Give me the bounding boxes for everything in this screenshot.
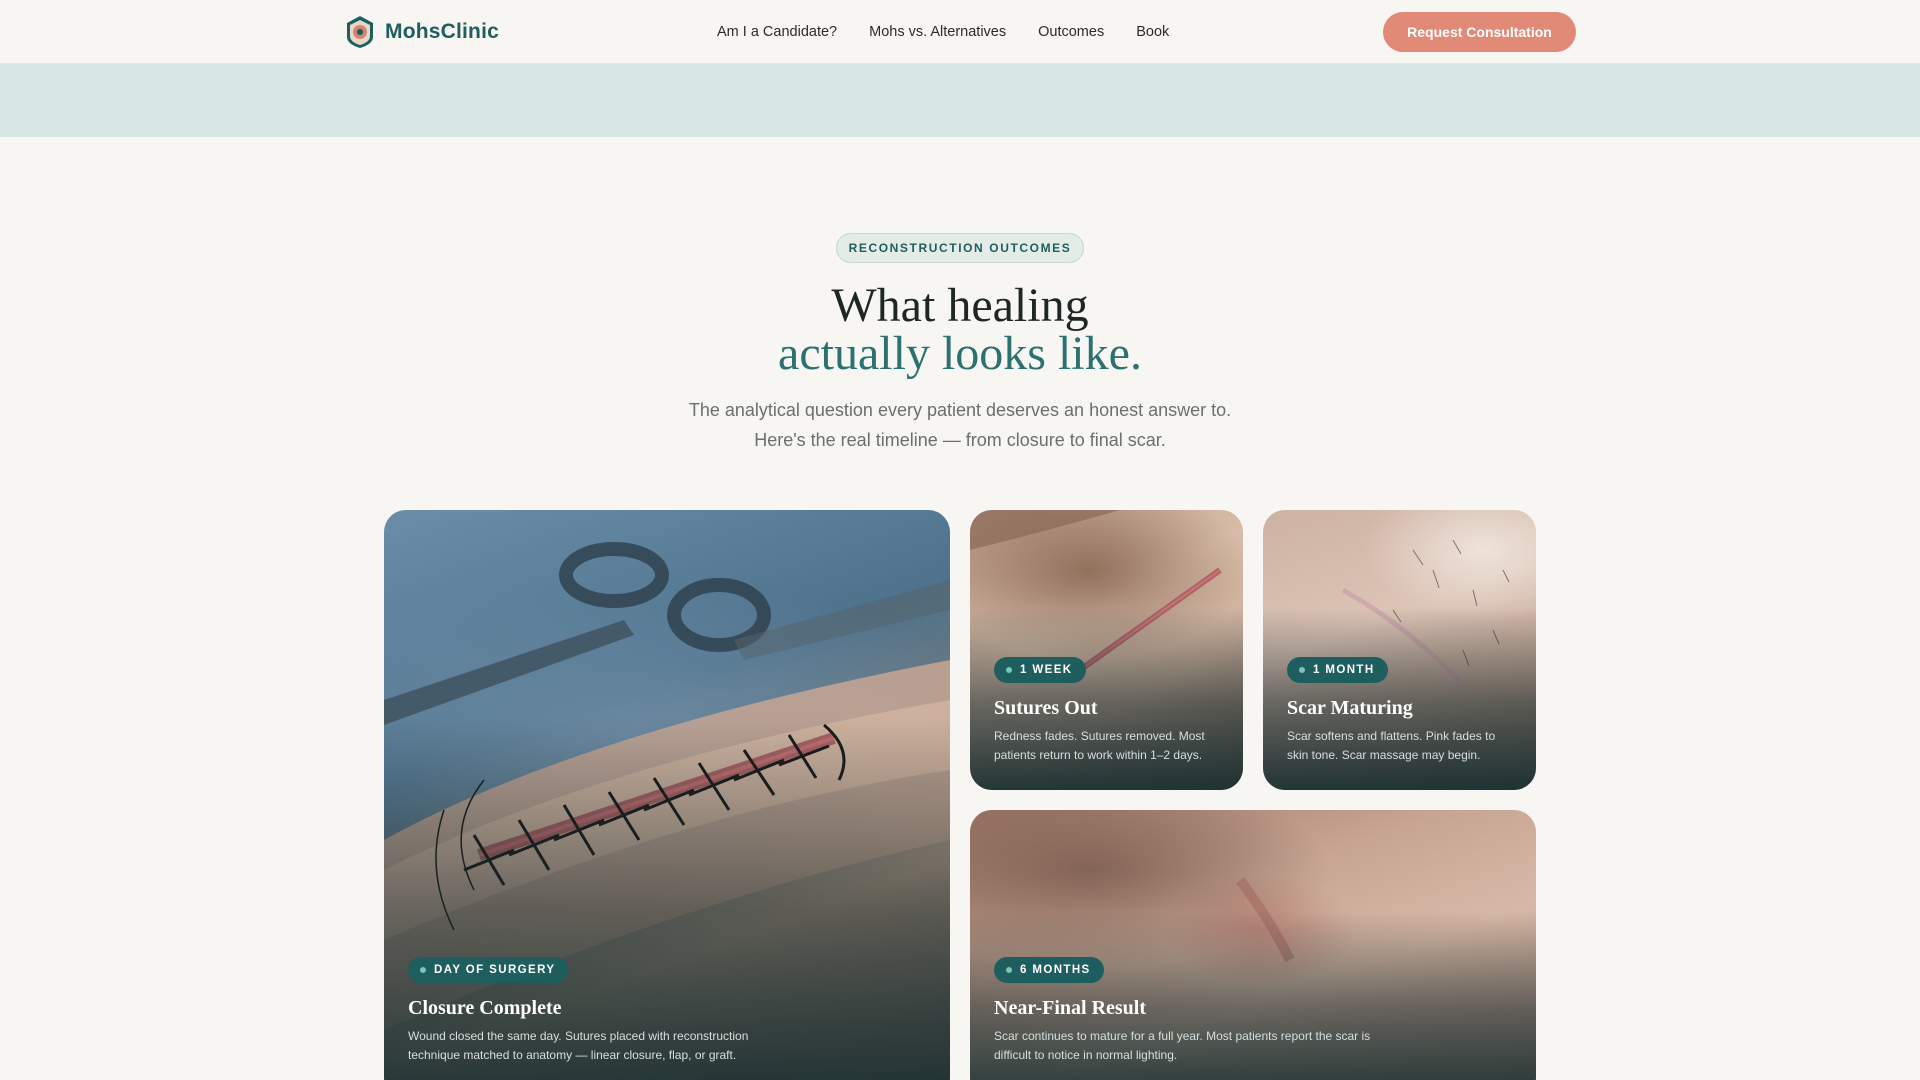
badge-dot-icon bbox=[1006, 967, 1012, 973]
card-title: Near-Final Result bbox=[994, 997, 1147, 1019]
section-subtitle: The analytical question every patient de… bbox=[0, 395, 1920, 455]
outcome-card-day-of-surgery[interactable]: DAY OF SURGERY Closure Complete Wound cl… bbox=[384, 510, 950, 1080]
card-description-line-1: Wound closed the same day. Sutures place… bbox=[408, 1029, 749, 1043]
request-consultation-button[interactable]: Request Consultation bbox=[1383, 12, 1576, 52]
card-title: Scar Maturing bbox=[1287, 697, 1413, 719]
timeline-badge-label: 1 MONTH bbox=[1313, 664, 1375, 676]
badge-dot-icon bbox=[1006, 667, 1012, 673]
card-description-line-2: skin tone. Scar massage may begin. bbox=[1287, 748, 1481, 762]
nav-link-alternatives[interactable]: Mohs vs. Alternatives bbox=[869, 24, 1006, 40]
timeline-badge-label: 6 MONTHS bbox=[1020, 964, 1091, 976]
top-navigation: MohsClinic Am I a Candidate? Mohs vs. Al… bbox=[0, 0, 1920, 64]
card-description-line-2: technique matched to anatomy — linear cl… bbox=[408, 1048, 737, 1062]
badge-dot-icon bbox=[1299, 667, 1305, 673]
timeline-badge: 1 WEEK bbox=[994, 657, 1086, 683]
section-subtitle-line-1: The analytical question every patient de… bbox=[688, 400, 1232, 420]
clinic-shield-logo-icon bbox=[347, 16, 373, 48]
timeline-badge-label: DAY OF SURGERY bbox=[434, 964, 556, 976]
section-title-line-2: actually looks like. bbox=[778, 327, 1142, 380]
card-shade-overlay bbox=[384, 510, 950, 1080]
card-title: Sutures Out bbox=[994, 697, 1098, 719]
main-menu: Am I a Candidate? Mohs vs. Alternatives … bbox=[717, 0, 1169, 64]
brand-name: MohsClinic bbox=[385, 20, 500, 43]
timeline-badge: DAY OF SURGERY bbox=[408, 957, 569, 983]
timeline-badge-label: 1 WEEK bbox=[1020, 664, 1073, 676]
section-subtitle-line-2: Here's the real timeline — from closure … bbox=[754, 430, 1166, 450]
nav-link-book[interactable]: Book bbox=[1136, 24, 1169, 40]
card-description-line-1: Redness fades. Sutures removed. Most bbox=[994, 729, 1205, 743]
card-title: Closure Complete bbox=[408, 997, 562, 1019]
card-description: Scar continues to mature for a full year… bbox=[994, 1027, 1514, 1065]
section-eyebrow-badge: RECONSTRUCTION OUTCOMES bbox=[836, 233, 1084, 263]
card-description: Redness fades. Sutures removed. Most pat… bbox=[994, 727, 1234, 765]
hero-band bbox=[0, 64, 1920, 137]
card-description: Scar softens and flattens. Pink fades to… bbox=[1287, 727, 1527, 765]
card-description-line-1: Scar softens and flattens. Pink fades to bbox=[1287, 729, 1496, 743]
card-description-line-1: Scar continues to mature for a full year… bbox=[994, 1029, 1371, 1043]
section-title-line-1: What healing bbox=[831, 279, 1089, 332]
card-description: Wound closed the same day. Sutures place… bbox=[408, 1027, 928, 1065]
section-title: What healing actually looks like. bbox=[0, 282, 1920, 378]
timeline-badge: 6 MONTHS bbox=[994, 957, 1104, 983]
card-description-line-2: difficult to notice in normal lighting. bbox=[994, 1048, 1178, 1062]
timeline-badge: 1 MONTH bbox=[1287, 657, 1388, 683]
badge-dot-icon bbox=[420, 967, 426, 973]
outcome-card-6-months[interactable]: 6 MONTHS Near-Final Result Scar continue… bbox=[970, 810, 1536, 1080]
outcome-card-1-week[interactable]: 1 WEEK Sutures Out Redness fades. Suture… bbox=[970, 510, 1243, 790]
card-description-line-2: patients return to work within 1–2 days. bbox=[994, 748, 1203, 762]
nav-link-candidate[interactable]: Am I a Candidate? bbox=[717, 24, 837, 40]
brand-logo-link[interactable]: MohsClinic bbox=[345, 14, 499, 50]
nav-link-outcomes[interactable]: Outcomes bbox=[1038, 24, 1104, 40]
outcome-card-1-month[interactable]: 1 MONTH Scar Maturing Scar softens and f… bbox=[1263, 510, 1536, 790]
